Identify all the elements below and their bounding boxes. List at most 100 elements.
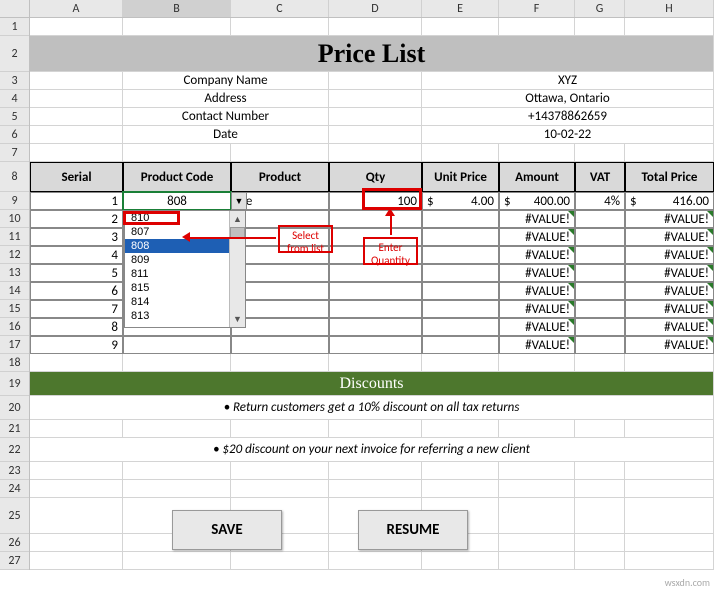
cell-qty[interactable] [329,300,422,318]
cell-total[interactable]: #VALUE! [625,246,714,264]
cell-total[interactable]: #VALUE! [625,318,714,336]
cell-unit-price[interactable] [422,336,499,354]
resume-button[interactable]: RESUME [358,510,468,550]
dropdown-option[interactable]: 814 [125,295,245,309]
cell-amount[interactable]: #VALUE! [499,282,575,300]
rowhead-5[interactable]: 5 [0,108,29,126]
cell-code[interactable]: 808 [123,192,231,210]
cell-unit-price[interactable] [422,228,499,246]
cell-qty[interactable] [329,210,422,228]
cell-vat[interactable] [575,264,625,282]
rowhead-25[interactable]: 25 [0,498,29,534]
dropdown-option[interactable]: 809 [125,253,245,267]
cell-qty[interactable] [329,336,422,354]
colhead-E[interactable]: E [422,0,499,17]
colhead-A[interactable]: A [30,0,123,17]
cell-vat[interactable] [575,336,625,354]
rowhead-18[interactable]: 18 [0,354,29,372]
cell-unit-price[interactable] [422,246,499,264]
cell-amount[interactable]: #VALUE! [499,210,575,228]
rowhead-19[interactable]: 19 [0,372,29,396]
rowhead-20[interactable]: 20 [0,396,29,420]
rowhead-26[interactable]: 26 [0,534,29,552]
rowhead-15[interactable]: 15 [0,300,29,318]
arrow-down-icon[interactable]: ▼ [230,311,245,327]
cell-serial[interactable]: 9 [30,336,123,354]
cell-vat[interactable] [575,318,625,336]
cell-code[interactable] [123,336,231,354]
dropdown-button[interactable]: ▼ [231,192,247,210]
cell-total[interactable]: #VALUE! [625,282,714,300]
cell-unit-price[interactable] [422,282,499,300]
rowhead-4[interactable]: 4 [0,90,29,108]
cell-total[interactable]: $416.00 [625,192,714,210]
rowhead-27[interactable]: 27 [0,552,29,570]
cell-serial[interactable]: 3 [30,228,123,246]
rowhead-22[interactable]: 22 [0,438,29,462]
rowhead-24[interactable]: 24 [0,480,29,498]
cell-product[interactable] [231,336,329,354]
cell-total[interactable]: #VALUE! [625,264,714,282]
rowhead-9[interactable]: 9 [0,192,29,210]
arrow-up-icon[interactable]: ▲ [230,211,245,227]
rowhead-6[interactable]: 6 [0,126,29,144]
select-all-corner[interactable] [0,0,30,17]
cell-amount[interactable]: #VALUE! [499,300,575,318]
cell-total[interactable]: #VALUE! [625,228,714,246]
cell-amount[interactable]: #VALUE! [499,246,575,264]
cell-vat[interactable] [575,282,625,300]
rowhead-13[interactable]: 13 [0,264,29,282]
rowhead-21[interactable]: 21 [0,420,29,438]
cell-serial[interactable]: 1 [30,192,123,210]
rowhead-17[interactable]: 17 [0,336,29,354]
dropdown-option[interactable]: 811 [125,267,245,281]
dropdown-option[interactable]: 813 [125,309,245,323]
rowhead-14[interactable]: 14 [0,282,29,300]
rowhead-1[interactable]: 1 [0,18,29,36]
cell-unit-price[interactable] [422,318,499,336]
cell-total[interactable]: #VALUE! [625,210,714,228]
cell-unit-price[interactable] [422,210,499,228]
colhead-H[interactable]: H [625,0,714,17]
cell-serial[interactable]: 7 [30,300,123,318]
cell-total[interactable]: #VALUE! [625,300,714,318]
colhead-C[interactable]: C [231,0,329,17]
cell-serial[interactable]: 8 [30,318,123,336]
cell-serial[interactable]: 4 [30,246,123,264]
cell-vat[interactable] [575,210,625,228]
rowhead-12[interactable]: 12 [0,246,29,264]
cell-vat[interactable] [575,246,625,264]
cell-serial[interactable]: 5 [30,264,123,282]
save-button[interactable]: SAVE [172,510,282,550]
grid[interactable]: Price List Company NameXYZ AddressOttawa… [30,18,714,570]
dropdown-scrollbar[interactable]: ▲ ▼ [229,211,245,327]
table-row[interactable]: 9 #VALUE! #VALUE! [30,336,714,354]
colhead-B[interactable]: B [123,0,231,17]
cell-qty[interactable] [329,318,422,336]
cell-unit-price[interactable] [422,264,499,282]
rowhead-3[interactable]: 3 [0,72,29,90]
cell-amount[interactable]: #VALUE! [499,336,575,354]
cell-total[interactable]: #VALUE! [625,336,714,354]
cell-amount[interactable]: $400.00 [499,192,575,210]
rowhead-2[interactable]: 2 [0,36,29,72]
cell-amount[interactable]: #VALUE! [499,228,575,246]
cell-serial[interactable]: 2 [30,210,123,228]
cell-amount[interactable]: #VALUE! [499,318,575,336]
rowhead-11[interactable]: 11 [0,228,29,246]
dropdown-option[interactable]: 815 [125,281,245,295]
rowhead-23[interactable]: 23 [0,462,29,480]
cell-unit-price[interactable]: $4.00 [422,192,499,210]
colhead-D[interactable]: D [329,0,422,17]
colhead-G[interactable]: G [575,0,625,17]
rowhead-7[interactable]: 7 [0,144,29,162]
rowhead-8[interactable]: 8 [0,162,29,192]
cell-serial[interactable]: 6 [30,282,123,300]
cell-vat[interactable]: 4% [575,192,625,210]
rowhead-16[interactable]: 16 [0,318,29,336]
cell-unit-price[interactable] [422,300,499,318]
cell-vat[interactable] [575,228,625,246]
cell-qty[interactable] [329,282,422,300]
colhead-F[interactable]: F [499,0,575,17]
rowhead-10[interactable]: 10 [0,210,29,228]
